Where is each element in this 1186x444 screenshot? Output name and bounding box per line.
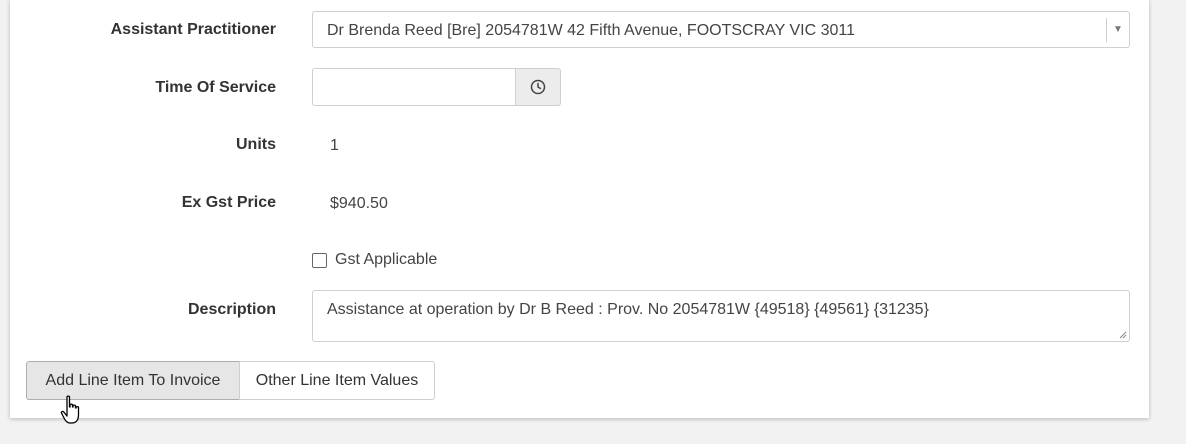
assistant-practitioner-label: Assistant Practitioner — [110, 21, 276, 38]
gst-applicable-checkbox[interactable] — [312, 253, 327, 268]
units-label: Units — [236, 136, 276, 153]
add-line-item-button[interactable]: Add Line Item To Invoice — [26, 361, 240, 400]
description-textarea[interactable]: Assistance at operation by Dr B Reed : P… — [312, 290, 1130, 342]
ex-gst-price-value: $940.50 — [330, 195, 388, 212]
chevron-down-icon[interactable]: ▼ — [1106, 18, 1129, 42]
ex-gst-price-label: Ex Gst Price — [181, 194, 276, 211]
description-label: Description — [187, 301, 276, 318]
time-picker-button[interactable] — [515, 68, 561, 106]
resize-grip-icon[interactable] — [1117, 329, 1127, 339]
assistant-practitioner-select[interactable]: Dr Brenda Reed [Bre] 2054781W 42 Fifth A… — [312, 11, 1130, 48]
assistant-practitioner-value: Dr Brenda Reed [Bre] 2054781W 42 Fifth A… — [327, 22, 855, 39]
time-of-service-label: Time Of Service — [155, 79, 276, 96]
units-value: 1 — [330, 137, 339, 154]
time-of-service-input[interactable] — [312, 68, 516, 106]
description-value: Assistance at operation by Dr B Reed : P… — [327, 301, 929, 318]
clock-icon — [530, 79, 546, 95]
other-line-item-values-button[interactable]: Other Line Item Values — [239, 361, 435, 400]
gst-applicable-label[interactable]: Gst Applicable — [335, 251, 437, 269]
hand-cursor-icon — [60, 395, 80, 424]
